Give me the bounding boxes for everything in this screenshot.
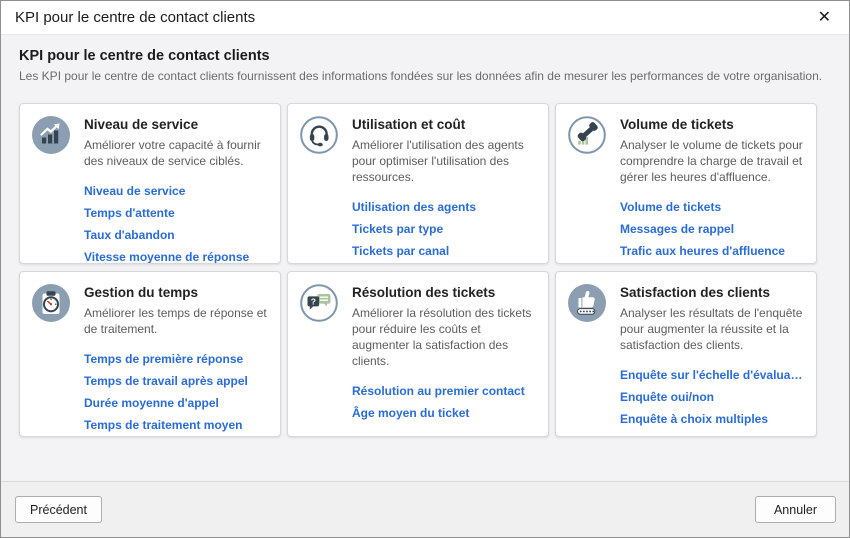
card-description: Améliorer la résolution des tickets pour… [352, 305, 536, 369]
card-title: Résolution des tickets [352, 284, 536, 301]
card-links: Utilisation des agents Tickets par type … [352, 196, 536, 264]
kpi-card-grid: Niveau de service Améliorer votre capaci… [19, 103, 831, 437]
link-tickets-par-type[interactable]: Tickets par type [352, 218, 536, 240]
headset-icon [300, 116, 338, 154]
thumbs-up-rating-icon-svg [568, 284, 606, 322]
card-satisfaction-des-clients: Satisfaction des clients Analyser les ré… [555, 271, 817, 437]
dialog-titlebar: KPI pour le centre de contact clients ✕ [1, 1, 849, 34]
card-title: Niveau de service [84, 116, 268, 133]
headset-icon-svg [300, 116, 338, 154]
link-messages-de-rappel[interactable]: Messages de rappel [620, 218, 804, 240]
link-utilisation-des-agents[interactable]: Utilisation des agents [352, 196, 536, 218]
card-body: Résolution des tickets Améliorer la réso… [352, 283, 536, 425]
link-temps-d-attente[interactable]: Temps d'attente [84, 202, 268, 224]
card-links: Niveau de service Temps d'attente Taux d… [84, 180, 268, 264]
link-cout-par-ticket[interactable]: Coût par ticket [352, 262, 536, 264]
page-subtitle: Les KPI pour le centre de contact client… [19, 68, 831, 84]
card-volume-de-tickets: Volume de tickets Analyser le volume de … [555, 103, 817, 264]
card-links: Volume de tickets Messages de rappel Tra… [620, 196, 804, 262]
cancel-button[interactable]: Annuler [755, 496, 836, 523]
card-description: Améliorer l'utilisation des agents pour … [352, 137, 536, 185]
card-body: Gestion du temps Améliorer les temps de … [84, 283, 268, 425]
svg-text:?: ? [311, 296, 316, 306]
link-temps-de-premiere-reponse[interactable]: Temps de première réponse [84, 348, 268, 370]
card-links: Résolution au premier contact Âge moyen … [352, 380, 536, 424]
card-description: Analyser les résultats de l'enquête pour… [620, 305, 804, 353]
card-description: Améliorer les temps de réponse et de tra… [84, 305, 268, 337]
card-title: Satisfaction des clients [620, 284, 804, 301]
card-body: Utilisation et coût Améliorer l'utilisat… [352, 115, 536, 252]
card-title: Gestion du temps [84, 284, 268, 301]
card-links: Enquête sur l'échelle d'évaluation Enquê… [620, 364, 804, 430]
card-description: Analyser le volume de tickets pour compr… [620, 137, 804, 185]
link-tickets-par-canal[interactable]: Tickets par canal [352, 240, 536, 262]
card-description: Améliorer votre capacité à fournir des n… [84, 137, 268, 169]
dialog-footer: Précédent Annuler [1, 481, 849, 537]
link-vitesse-moyenne-de-reponse[interactable]: Vitesse moyenne de réponse [84, 246, 268, 264]
card-niveau-de-service: Niveau de service Améliorer votre capaci… [19, 103, 281, 264]
chat-question-icon: ? [300, 284, 338, 322]
card-title: Volume de tickets [620, 116, 804, 133]
link-niveau-de-service[interactable]: Niveau de service [84, 180, 268, 202]
kpi-dialog: KPI pour le centre de contact clients ✕ … [0, 0, 850, 538]
chat-question-icon-svg: ? [300, 284, 338, 322]
link-enquete-sur-l-echelle-d-evaluation[interactable]: Enquête sur l'échelle d'évaluation [620, 364, 804, 386]
link-trafic-aux-heures-d-affluence[interactable]: Trafic aux heures d'affluence [620, 240, 804, 262]
link-age-moyen-du-ticket[interactable]: Âge moyen du ticket [352, 402, 536, 424]
trending-bar-chart-icon-svg [32, 116, 70, 154]
stopwatch-clipboard-icon [32, 284, 70, 322]
close-icon[interactable]: ✕ [812, 6, 837, 30]
card-body: Satisfaction des clients Analyser les ré… [620, 283, 804, 425]
link-resolution-au-premier-contact[interactable]: Résolution au premier contact [352, 380, 536, 402]
phone-volume-icon-svg [568, 116, 606, 154]
card-body: Volume de tickets Analyser le volume de … [620, 115, 804, 252]
previous-button[interactable]: Précédent [15, 496, 102, 523]
phone-volume-icon [568, 116, 606, 154]
link-duree-moyenne-d-appel[interactable]: Durée moyenne d'appel [84, 392, 268, 414]
thumbs-up-rating-icon [568, 284, 606, 322]
dialog-title: KPI pour le centre de contact clients [15, 9, 255, 26]
card-links: Temps de première réponse Temps de trava… [84, 348, 268, 436]
dialog-content: KPI pour le centre de contact clients Le… [1, 34, 849, 481]
stopwatch-clipboard-icon-svg [32, 284, 70, 322]
link-enquete-oui-non[interactable]: Enquête oui/non [620, 386, 804, 408]
link-enquete-a-choix-multiples[interactable]: Enquête à choix multiples [620, 408, 804, 430]
card-body: Niveau de service Améliorer votre capaci… [84, 115, 268, 252]
link-taux-d-abandon[interactable]: Taux d'abandon [84, 224, 268, 246]
card-utilisation-et-cout: Utilisation et coût Améliorer l'utilisat… [287, 103, 549, 264]
page-title: KPI pour le centre de contact clients [19, 47, 831, 65]
card-title: Utilisation et coût [352, 116, 536, 133]
card-resolution-des-tickets: ? Résolution des tickets Améliorer la ré… [287, 271, 549, 437]
link-temps-de-travail-apres-appel[interactable]: Temps de travail après appel [84, 370, 268, 392]
card-gestion-du-temps: Gestion du temps Améliorer les temps de … [19, 271, 281, 437]
link-temps-de-traitement-moyen[interactable]: Temps de traitement moyen [84, 414, 268, 436]
trending-bar-chart-icon [32, 116, 70, 154]
link-volume-de-tickets[interactable]: Volume de tickets [620, 196, 804, 218]
